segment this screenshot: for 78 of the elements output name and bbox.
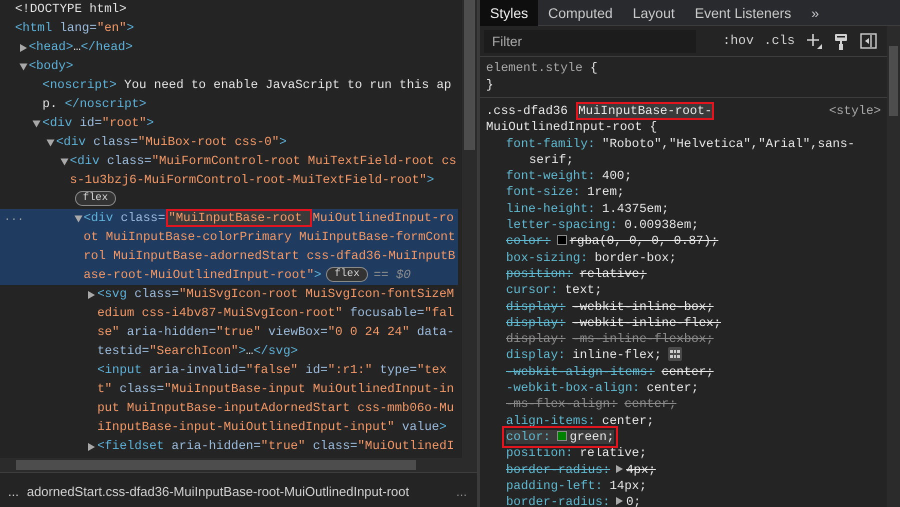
property-name[interactable]: display: (506, 348, 566, 362)
scrollbar-thumb[interactable] (889, 46, 898, 116)
css-declaration[interactable]: -webkit-box-align: center; (509, 380, 881, 396)
breadcrumb-overflow[interactable]: ... (456, 482, 467, 507)
caret-icon[interactable] (88, 442, 96, 450)
css-declaration[interactable]: position: relative; (509, 445, 881, 462)
caret-icon[interactable] (19, 63, 28, 70)
property-value[interactable]: 4px; (626, 462, 656, 477)
css-declaration[interactable]: display: -webkit-inline-flex; (509, 314, 881, 332)
css-declaration[interactable]: display: -ms-inline-flexbox; (509, 331, 881, 348)
dom-node-line[interactable]: <div class="MuiFormControl-root MuiTextField-root css-1u3bzj6-MuiFormControl-root-MuiTextField-root"> flex (70, 152, 458, 209)
dom-node-line[interactable]: <div class="MuiBox-root css-0"> (56, 133, 458, 152)
color-swatch[interactable] (556, 235, 567, 246)
property-value[interactable]: rgba(0, 0, 0, 0.87); (570, 234, 718, 248)
stylesheet-link[interactable]: <style> (828, 103, 881, 120)
property-value[interactable]: 0; (626, 495, 641, 507)
filter-field[interactable]: Filter (484, 30, 696, 52)
css-declaration[interactable]: line-height: 1.4375em; (509, 200, 881, 218)
css-selector: element.style { (486, 60, 598, 77)
css-declaration[interactable]: align-items: center; (509, 412, 881, 429)
dom-node-line[interactable]: <input aria-invalid="false" id=":r1:" type="text" class="MuiInputBase-input MuiOutlinedInput-input MuiInputBase-inputAdornedStart css-mmb06o-MuiInputBase-input-MuiOutlinedInput-input" value> (97, 361, 458, 437)
css-declaration[interactable]: display: -webkit-inline-box; (509, 298, 881, 315)
css-declaration[interactable]: font-size: 1rem; (509, 184, 881, 201)
breadcrumb-item[interactable]: adornedStart.css-dfad36-MuiInputBase-root-MuiOutlinedInput-root (26, 482, 410, 507)
dom-node-line[interactable]: <fieldset aria-hidden="true" class="MuiOutlinedI (97, 437, 458, 456)
expand-triangle-icon[interactable] (616, 464, 624, 473)
toolbar-toggle[interactable]: :hov (718, 31, 759, 51)
css-declaration[interactable]: -webkit-align-items: center; (509, 364, 881, 380)
panel-tab[interactable]: Layout (622, 0, 685, 26)
caret-icon[interactable] (74, 215, 82, 222)
paint-roller-icon[interactable] (834, 32, 848, 50)
sidebar-toggle-icon[interactable] (860, 33, 877, 49)
dom-node-line[interactable]: <div class= "MuiInputBase-root MuiOutlinedInput-root MuiInputBase-colorPrimary MuiInputBase-formControl MuiInputBase-adornedStart css-dfad36-MuiInputBase-root-MuiOutlinedInput-root"> flex == $0 (84, 209, 458, 285)
property-name[interactable]: border-radius: (506, 495, 610, 507)
more-tabs-button[interactable]: » (801, 0, 830, 26)
property-name[interactable]: border-radius: (506, 462, 610, 477)
expand-triangle-icon[interactable] (616, 497, 624, 506)
css-declaration[interactable]: box-sizing: border-box; (509, 250, 881, 266)
css-declaration[interactable]: font-weight: 400; (509, 168, 881, 184)
css-declaration[interactable]: font-family: "Roboto","Helvetica","Arial",sans-serif; (509, 136, 881, 168)
panel-tab[interactable]: Event Listeners (684, 0, 802, 26)
caret-icon[interactable] (46, 139, 55, 146)
toolbar-toggle[interactable]: .cls (758, 31, 800, 51)
scrollbar-thumb[interactable] (16, 460, 416, 470)
breadcrumb-overflow[interactable]: ... (8, 482, 19, 507)
vertical-scrollbar[interactable] (462, 0, 477, 458)
dom-node-line[interactable]: <!DOCTYPE html> (15, 0, 458, 19)
css-declaration[interactable]: position: relative; (509, 266, 881, 282)
plus-icon[interactable] (806, 33, 822, 49)
dom-node-line[interactable]: <svg class="MuiSvgIcon-root MuiSvgIcon-fontSizeMedium css-i4bv87-MuiSvgIcon-root" focusable="false" aria-hidden="true" viewBox="0 0 24 24" data-testid="SearchIcon">…</svg> (97, 285, 458, 361)
css-declaration[interactable]: cursor: text; (509, 282, 881, 299)
css-declaration[interactable]: padding-left: 14px; (509, 478, 881, 494)
horizontal-scrollbar[interactable] (0, 458, 477, 472)
caret-icon[interactable] (32, 120, 41, 127)
css-selector: .css-dfad36 MuiInputBase-root- MuiOutlinedInput-root { (486, 103, 714, 136)
close-brace: } (486, 77, 494, 94)
property-name[interactable]: color: (506, 234, 551, 248)
dom-node-line[interactable]: <noscript> You need to enable JavaScript to run this app. </noscript> (42, 76, 458, 114)
panel-tab[interactable]: Computed (538, 0, 623, 26)
dom-node-line[interactable]: <body> (28, 57, 458, 76)
panel-tab[interactable]: Styles (480, 0, 538, 26)
dom-node-line[interactable]: <head>…</head> (28, 38, 458, 57)
color-swatch[interactable] (556, 430, 567, 441)
css-declaration[interactable]: letter-spacing: 0.00938em; (509, 217, 881, 234)
scrollbar-thumb[interactable] (464, 0, 475, 150)
caret-icon[interactable] (88, 290, 96, 298)
more-options-dots[interactable]: ... (4, 209, 24, 228)
caret-icon[interactable] (60, 158, 68, 165)
dom-node-line[interactable]: <div id="root"> (42, 114, 458, 133)
css-declaration[interactable]: -ms-flex-align: center; (509, 396, 881, 413)
dom-node-line[interactable]: <html lang="en"> (15, 19, 458, 38)
property-value[interactable]: inline-flex; (572, 348, 662, 362)
selected-row-highlight[interactable]: ... <div class= "MuiInputBase-root MuiOutlinedInput-root MuiInputBase-colorPrimary MuiInputBase-formControl MuiInputBase-adornedStart css-dfad36-MuiInputBase-root-MuiOutlinedInput-root"> flex == $0 (0, 209, 458, 285)
property-name[interactable]: color: (506, 430, 551, 444)
caret-icon[interactable] (20, 44, 27, 52)
property-value[interactable]: green; (570, 430, 614, 444)
vertical-scrollbar[interactable] (887, 26, 900, 507)
flexbox-editor-icon[interactable] (668, 347, 682, 362)
